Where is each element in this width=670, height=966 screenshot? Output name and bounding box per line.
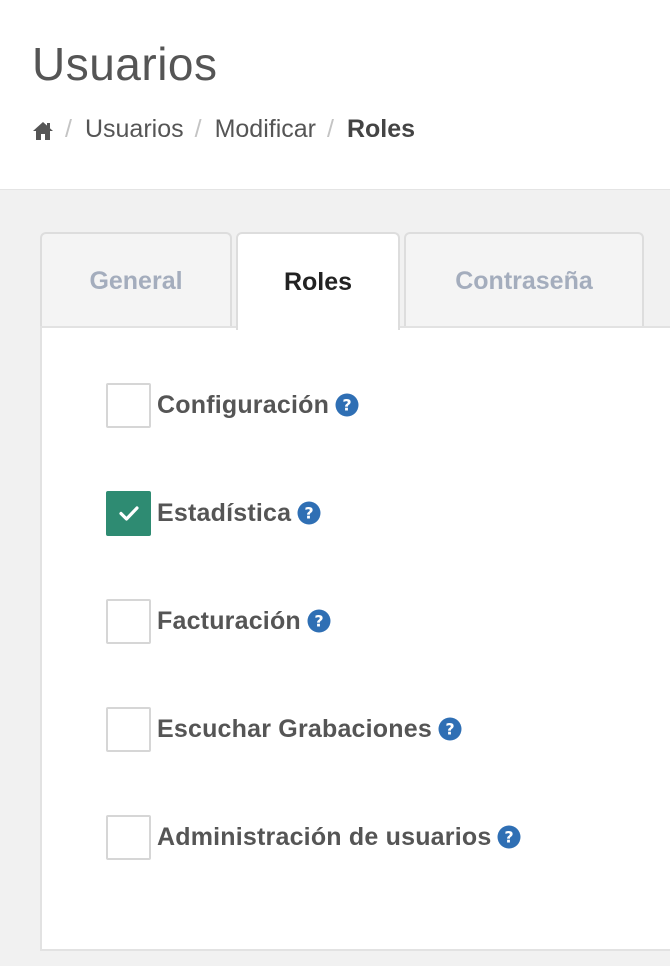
help-icon[interactable]: ? bbox=[335, 393, 359, 417]
role-label: Escuchar Grabaciones bbox=[157, 714, 432, 743]
check-icon bbox=[118, 506, 139, 521]
help-icon[interactable]: ? bbox=[297, 501, 321, 525]
tab-roles[interactable]: Roles bbox=[236, 232, 400, 330]
role-row-escuchar-grabaciones: Escuchar Grabaciones ? bbox=[106, 706, 462, 752]
breadcrumb: / Usuarios / Modificar / Roles bbox=[32, 112, 415, 146]
svg-text:?: ? bbox=[314, 612, 323, 631]
breadcrumb-item-modificar[interactable]: Modificar bbox=[215, 115, 316, 144]
tab-general[interactable]: General bbox=[40, 232, 232, 328]
breadcrumb-separator: / bbox=[326, 114, 334, 143]
help-icon[interactable]: ? bbox=[497, 825, 521, 849]
role-row-facturacion: Facturación ? bbox=[106, 598, 331, 644]
breadcrumb-separator: / bbox=[65, 114, 72, 143]
tab-password[interactable]: Contraseña bbox=[404, 232, 644, 328]
svg-text:?: ? bbox=[305, 504, 314, 523]
svg-text:?: ? bbox=[445, 720, 454, 739]
role-row-estadistica: Estadística ? bbox=[106, 490, 321, 536]
roles-panel: Configuración ? Estadística ? Facturació… bbox=[40, 326, 670, 951]
role-label: Estadística bbox=[157, 498, 292, 527]
role-row-administracion-usuarios: Administración de usuarios ? bbox=[106, 814, 521, 860]
help-icon[interactable]: ? bbox=[307, 609, 331, 633]
page-title: Usuarios bbox=[32, 38, 218, 90]
role-label: Facturación bbox=[157, 606, 301, 635]
role-checkbox-estadistica[interactable] bbox=[106, 490, 151, 536]
svg-text:?: ? bbox=[505, 828, 514, 847]
role-checkbox-configuracion[interactable] bbox=[106, 382, 151, 428]
role-label: Administración de usuarios bbox=[157, 822, 492, 851]
help-icon[interactable]: ? bbox=[438, 717, 462, 741]
page-header: Usuarios / Usuarios / Modificar / Roles bbox=[0, 0, 670, 190]
breadcrumb-item-roles: Roles bbox=[346, 114, 416, 143]
role-row-configuracion: Configuración ? bbox=[106, 382, 359, 428]
svg-text:?: ? bbox=[342, 396, 351, 415]
role-checkbox-escuchar-grabaciones[interactable] bbox=[106, 706, 151, 752]
role-checkbox-facturacion[interactable] bbox=[106, 598, 151, 644]
breadcrumb-item-usuarios[interactable]: Usuarios bbox=[85, 115, 184, 144]
role-checkbox-administracion-usuarios[interactable] bbox=[106, 814, 151, 860]
role-label: Configuración bbox=[157, 390, 330, 419]
tab-bar: General Roles Contraseña bbox=[40, 232, 670, 330]
breadcrumb-separator: / bbox=[194, 114, 202, 143]
home-icon[interactable] bbox=[32, 119, 54, 140]
